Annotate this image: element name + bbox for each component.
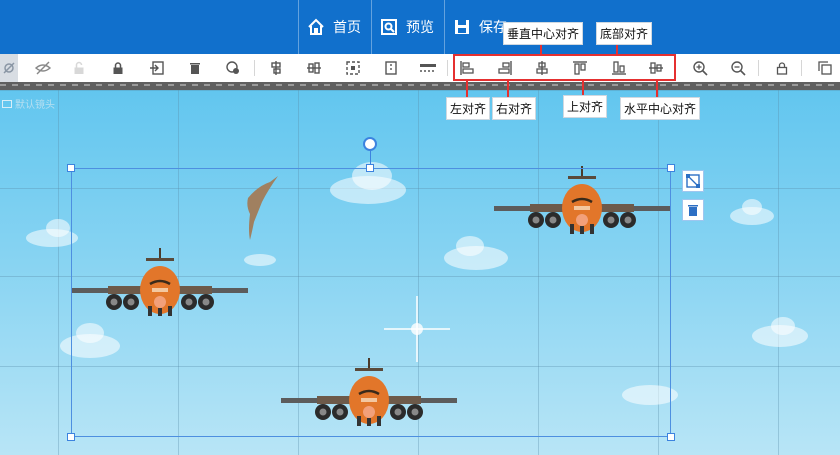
resize-handle[interactable] (667, 164, 675, 172)
fit-selection-icon (686, 174, 700, 188)
delete-icon (190, 63, 200, 74)
toolbar-divider (254, 60, 255, 76)
home-label: 首页 (333, 20, 361, 36)
resize-handle[interactable] (67, 433, 75, 441)
annotation-vertical-center: 垂直中心对齐 (503, 22, 584, 45)
lock-icon (113, 62, 123, 74)
distribute-h-icon (271, 61, 281, 75)
select-icon (3, 62, 15, 74)
home-button[interactable]: 首页 (298, 0, 371, 54)
resize-handle[interactable] (667, 433, 675, 441)
hide-button[interactable] (33, 58, 53, 78)
delete-selection-button[interactable] (682, 199, 704, 221)
resize-handle[interactable] (67, 164, 75, 172)
toolbar-divider (447, 60, 448, 76)
select-tool[interactable] (0, 54, 18, 82)
copy-icon (818, 61, 832, 75)
canvas-stage[interactable]: 默认镜头 (0, 90, 840, 455)
zoom-in-button[interactable] (690, 58, 710, 78)
annotation-top: 上对齐 (563, 95, 608, 118)
lock-canvas-button[interactable] (772, 58, 792, 78)
group-icon (346, 61, 360, 75)
preview-label: 预览 (406, 20, 434, 36)
fit-selection-button[interactable] (682, 170, 704, 192)
distribute-h-button[interactable] (267, 58, 287, 78)
unlock-icon (74, 61, 84, 74)
home-icon (308, 18, 324, 35)
export-icon (150, 61, 164, 75)
annotation-line (540, 44, 542, 56)
preview-icon (381, 19, 397, 35)
zoom-out-button[interactable] (728, 58, 748, 78)
annotation-line (656, 79, 658, 97)
save-icon (455, 20, 469, 34)
annotation-horizontal-center: 水平中心对齐 (620, 97, 701, 120)
hide-icon (35, 61, 51, 75)
editor-window: 首页 预览 保存 默认镜头 垂直中心对齐 底部对齐 左对齐 右对齐 上对齐 水平… (0, 0, 840, 455)
trash-icon (688, 205, 698, 216)
delete-button[interactable] (185, 58, 205, 78)
distribute-v-button[interactable] (304, 58, 324, 78)
preview-button[interactable]: 预览 (371, 0, 444, 54)
fit-width-button[interactable] (418, 58, 438, 78)
toolbar-divider (758, 60, 759, 76)
resize-handle[interactable] (366, 164, 374, 172)
annotation-line (507, 79, 509, 97)
annotation-bottom: 底部对齐 (596, 22, 653, 45)
layer-icon (226, 61, 239, 74)
group-button[interactable] (343, 58, 363, 78)
rotate-handle[interactable] (363, 137, 377, 151)
top-nav: 首页 预览 保存 (298, 0, 517, 54)
selection-box[interactable] (71, 168, 671, 437)
zoom-out-icon (731, 61, 746, 76)
unlock-button[interactable] (69, 58, 89, 78)
copy-button[interactable] (815, 58, 835, 78)
zoom-in-icon (693, 61, 708, 76)
annotation-left: 左对齐 (446, 97, 491, 120)
fit-width-icon (420, 64, 436, 72)
distribute-v-icon (307, 62, 321, 74)
ungroup-button[interactable] (381, 58, 401, 78)
layer-button[interactable] (223, 58, 243, 78)
lock-button[interactable] (108, 58, 128, 78)
toolbar-strip (0, 82, 840, 90)
annotation-right: 右对齐 (492, 97, 537, 120)
toolbar (0, 54, 840, 82)
alignment-highlight (453, 54, 676, 81)
annotation-line (466, 79, 468, 97)
annotation-line (582, 79, 584, 95)
lock-canvas-icon (776, 62, 788, 75)
export-button[interactable] (147, 58, 167, 78)
top-bar: 首页 预览 保存 (0, 0, 840, 54)
ungroup-icon (385, 61, 397, 75)
toolbar-divider (801, 60, 802, 76)
